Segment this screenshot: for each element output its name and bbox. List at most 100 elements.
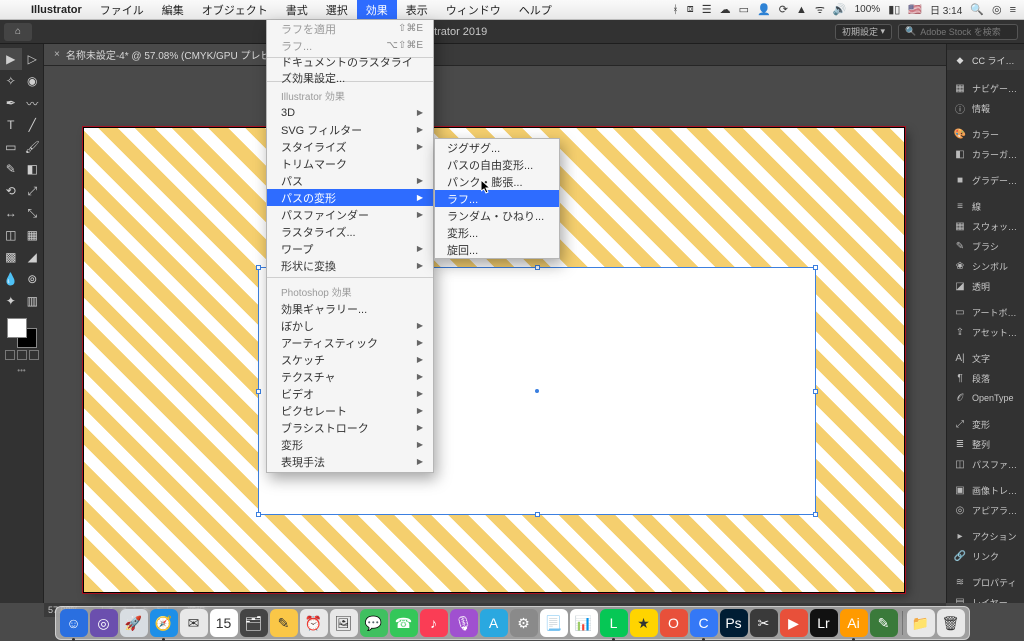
handle-tl[interactable]: [256, 265, 261, 270]
panel-リンク[interactable]: 🔗リンク: [947, 546, 1024, 566]
panel-ブラシ[interactable]: ✎ブラシ: [947, 236, 1024, 256]
dock-launchpad[interactable]: 🚀: [120, 609, 148, 637]
mesh-tool[interactable]: ▩: [0, 246, 22, 268]
shape-builder-tool[interactable]: ◫: [0, 224, 22, 246]
flag-icon[interactable]: 🇺🇸: [908, 3, 922, 16]
menu-item[interactable]: アーティスティック: [267, 334, 433, 351]
app-name[interactable]: Illustrator: [22, 4, 91, 16]
panel-情報[interactable]: ⓘ情報: [947, 98, 1024, 118]
panel-CC ライ…[interactable]: ◆CC ライ…: [947, 50, 1024, 70]
submenu-item[interactable]: パスの自由変形...: [435, 156, 559, 173]
rotate-tool[interactable]: ⟲: [0, 180, 22, 202]
dropbox-icon[interactable]: ⧈: [687, 3, 694, 16]
volume-icon[interactable]: 🔊: [833, 3, 847, 16]
dock-mail[interactable]: ✉︎: [180, 609, 208, 637]
panel-アピアラ…[interactable]: ◎アピアラ…: [947, 500, 1024, 520]
dock-scissors[interactable]: ✂︎: [750, 609, 778, 637]
panel-パスファ…[interactable]: ◫パスファ…: [947, 454, 1024, 474]
dock-word[interactable]: 📃: [540, 609, 568, 637]
submenu-item[interactable]: ジグザグ...: [435, 139, 559, 156]
menu-効果[interactable]: 効果: [357, 0, 397, 19]
toolbox-more[interactable]: •••: [0, 366, 43, 375]
menu-item[interactable]: ワープ: [267, 240, 433, 257]
rectangle-tool[interactable]: ▭: [0, 136, 22, 158]
menu-item[interactable]: テクスチャ: [267, 368, 433, 385]
handle-ml[interactable]: [256, 389, 261, 394]
line-tool[interactable]: ╱: [22, 114, 44, 136]
menu-item[interactable]: ぼかし: [267, 317, 433, 334]
dock-line[interactable]: L: [600, 609, 628, 637]
dock-trash[interactable]: 🗑: [937, 609, 965, 637]
notification-icon[interactable]: ≡: [1010, 4, 1016, 16]
menu-item[interactable]: パスの変形: [267, 189, 433, 206]
dock-downloads[interactable]: 📁: [907, 609, 935, 637]
panel-変形[interactable]: ⤢変形: [947, 414, 1024, 434]
menu-raster-settings[interactable]: ドキュメントのラスタライズ効果設定...: [267, 61, 433, 78]
dock-reminders[interactable]: ⏰: [300, 609, 328, 637]
menu-item[interactable]: 3D: [267, 104, 433, 121]
submenu-item[interactable]: パンク・膨張...: [435, 173, 559, 190]
handle-tr[interactable]: [813, 265, 818, 270]
dock-contacts[interactable]: 🗂: [240, 609, 268, 637]
dock-illustrator[interactable]: Ai: [840, 609, 868, 637]
dock-kakao[interactable]: ★: [630, 609, 658, 637]
handle-tc[interactable]: [535, 265, 540, 270]
symbol-sprayer-tool[interactable]: ✦: [0, 290, 22, 312]
menu-item[interactable]: 形状に変換: [267, 257, 433, 274]
airplay-icon[interactable]: ▲: [796, 4, 807, 16]
clock[interactable]: 日 3:14: [930, 2, 962, 17]
dock-player[interactable]: ▶: [780, 609, 808, 637]
direct-selection-tool[interactable]: ▷: [22, 48, 44, 70]
dock-appstore[interactable]: A: [480, 609, 508, 637]
panel-アセット…[interactable]: ⇪アセット…: [947, 322, 1024, 342]
panel-カラーガ…[interactable]: ◧カラーガ…: [947, 144, 1024, 164]
handle-bc[interactable]: [535, 512, 540, 517]
draw-mode-icons[interactable]: [0, 350, 43, 360]
lasso-tool[interactable]: ◉: [22, 70, 44, 92]
magic-wand-tool[interactable]: ✧: [0, 70, 22, 92]
panel-透明[interactable]: ◪透明: [947, 276, 1024, 296]
menu-item[interactable]: パス: [267, 172, 433, 189]
curvature-tool[interactable]: 〰: [22, 92, 44, 114]
menu-item[interactable]: パスファインダー: [267, 206, 433, 223]
panel-線[interactable]: ≡線: [947, 196, 1024, 216]
brush-tool[interactable]: 🖌: [22, 136, 44, 158]
menu-item[interactable]: トリムマーク: [267, 155, 433, 172]
fill-stroke-swatch[interactable]: [7, 318, 37, 348]
dock-music[interactable]: ♪: [420, 609, 448, 637]
menu-item[interactable]: SVG フィルター: [267, 121, 433, 138]
home-button[interactable]: ⌂: [4, 23, 32, 41]
panel-カラー[interactable]: 🎨カラー: [947, 124, 1024, 144]
dock-safari[interactable]: 🧭: [150, 609, 178, 637]
dock-opera[interactable]: O: [660, 609, 688, 637]
selection-tool[interactable]: ▶: [0, 48, 22, 70]
gradient-tool[interactable]: ◢: [22, 246, 44, 268]
menu-選択[interactable]: 選択: [317, 0, 357, 19]
dock-photoshop[interactable]: Ps: [720, 609, 748, 637]
dock-notes[interactable]: ✎: [270, 609, 298, 637]
handle-bl[interactable]: [256, 512, 261, 517]
free-transform-tool[interactable]: ⤡: [22, 202, 44, 224]
pen-tool[interactable]: ✒︎: [0, 92, 22, 114]
sync-icon[interactable]: ⟳: [779, 3, 788, 16]
menu-item[interactable]: 効果ギャラリー...: [267, 300, 433, 317]
submenu-item[interactable]: ランダム・ひねり...: [435, 207, 559, 224]
dock-calendar[interactable]: 15: [210, 609, 238, 637]
control-center-icon[interactable]: ◎: [992, 3, 1002, 16]
menu-item[interactable]: スタイライズ: [267, 138, 433, 155]
graph-tool[interactable]: ▥: [22, 290, 44, 312]
dock-messages[interactable]: 💬: [360, 609, 388, 637]
menu-item[interactable]: 表現手法: [267, 453, 433, 470]
menu-item[interactable]: ラスタライズ...: [267, 223, 433, 240]
menu-item[interactable]: ピクセレート: [267, 402, 433, 419]
panel-文字[interactable]: A|文字: [947, 348, 1024, 368]
handle-mr[interactable]: [813, 389, 818, 394]
menu-item[interactable]: ブラシストローク: [267, 419, 433, 436]
eraser-tool[interactable]: ◧: [22, 158, 44, 180]
menu-ファイル[interactable]: ファイル: [91, 0, 153, 19]
shaper-tool[interactable]: ✎: [0, 158, 22, 180]
vpn-icon[interactable]: ☰: [702, 3, 712, 16]
stock-search[interactable]: 🔍Adobe Stock を検索: [898, 24, 1018, 40]
menu-表示[interactable]: 表示: [397, 0, 437, 19]
handle-br[interactable]: [813, 512, 818, 517]
